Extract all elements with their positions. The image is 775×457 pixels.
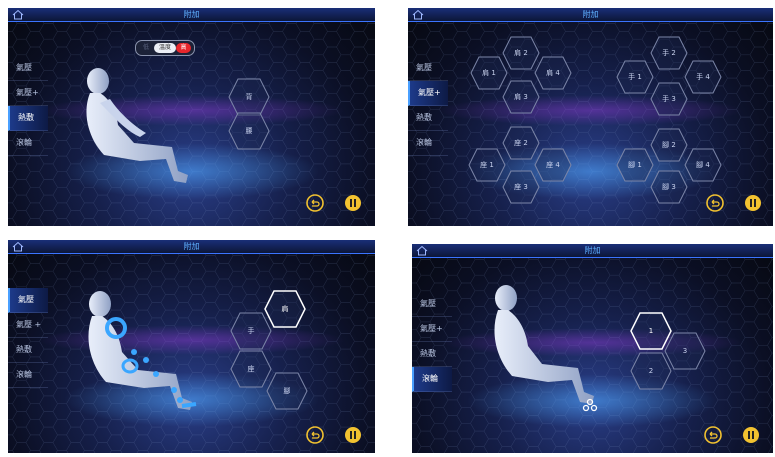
pause-button[interactable] <box>344 426 362 444</box>
hex-knee-3-label: 腳 3 <box>662 183 676 191</box>
pause-button[interactable] <box>344 194 362 212</box>
seated-body-figure-airbags <box>88 291 197 410</box>
hex-hand-4[interactable]: 手 4 <box>684 60 722 94</box>
hex-hand[interactable]: 手 <box>230 312 272 350</box>
menu-item-air[interactable]: 氣壓 <box>8 56 48 81</box>
hex-shoulder-4-label: 肩 4 <box>546 69 560 77</box>
hex-back[interactable]: 背 <box>228 78 270 116</box>
hex-hand-2-label: 手 2 <box>662 49 676 57</box>
pause-icon <box>745 195 761 211</box>
pause-icon <box>743 427 759 443</box>
hex-seat-4-label: 座 4 <box>546 161 560 169</box>
hex-knee-2-label: 腳 2 <box>662 141 676 149</box>
top-bar: 附加 <box>412 244 773 258</box>
menu-item-heat[interactable]: 熱敷 <box>408 106 448 131</box>
side-menu: 氣壓 氣壓+ 熱敷 滾輪 <box>8 56 48 156</box>
page-title: 附加 <box>582 10 599 19</box>
hex-back-label: 背 <box>245 93 253 101</box>
hex-hand-3[interactable]: 手 3 <box>650 82 688 116</box>
temperature-toggle[interactable]: 低 溫度 高 <box>135 40 195 56</box>
side-menu: 氣壓 氣壓+ 熱敷 滾輪 <box>412 292 452 392</box>
toggle-off-mark: 低 <box>142 44 149 51</box>
back-button[interactable] <box>704 426 722 444</box>
pause-icon <box>345 195 361 211</box>
menu-item-air-plus[interactable]: 氣壓+ <box>408 81 448 106</box>
top-bar: 附加 <box>8 240 375 254</box>
top-bar: 附加 <box>408 8 773 22</box>
back-button[interactable] <box>306 194 324 212</box>
hex-hand-2[interactable]: 手 2 <box>650 36 688 70</box>
back-icon <box>306 426 324 444</box>
panel-roller: 附加 氣壓 氣壓+ 熱敷 滾輪 1 3 2 <box>412 244 773 453</box>
menu-item-roller[interactable]: 滾輪 <box>8 131 48 156</box>
hex-hand-label: 手 <box>247 327 255 335</box>
hex-seat-3[interactable]: 座 3 <box>502 170 540 204</box>
page-title: 附加 <box>183 10 200 19</box>
back-icon <box>706 194 724 212</box>
hex-seat-2-label: 座 2 <box>514 139 528 147</box>
panel-air-plus: 附加 氣壓 氣壓+ 熱敷 滾輪 肩 2 肩 1 肩 4 肩 3 手 2 手 1 … <box>408 8 773 226</box>
seated-body-figure <box>86 68 188 183</box>
hex-shoulder-3[interactable]: 肩 3 <box>502 80 540 114</box>
hex-knee-3[interactable]: 腳 3 <box>650 170 688 204</box>
hex-roller-2[interactable]: 2 <box>630 352 672 390</box>
menu-item-air[interactable]: 氣壓 <box>8 288 48 313</box>
hex-roller-2-label: 2 <box>648 367 654 375</box>
hex-shoulder-1-label: 肩 1 <box>482 69 496 77</box>
side-menu: 氣壓 氣壓 + 熱敷 滾輪 <box>8 288 48 388</box>
pause-button[interactable] <box>744 194 762 212</box>
temperature-label: 溫度 <box>154 43 176 53</box>
menu-item-air-plus[interactable]: 氣壓 + <box>8 313 48 338</box>
top-bar: 附加 <box>8 8 375 22</box>
hex-hand-3-label: 手 3 <box>662 95 676 103</box>
hex-waist[interactable]: 腰 <box>228 112 270 150</box>
pause-button[interactable] <box>742 426 760 444</box>
hex-hand-4-label: 手 4 <box>696 73 710 81</box>
hex-knee-2[interactable]: 腳 2 <box>650 128 688 162</box>
menu-item-air[interactable]: 氣壓 <box>408 56 448 81</box>
hex-seat-3-label: 座 3 <box>514 183 528 191</box>
page-title: 附加 <box>584 246 601 255</box>
hex-seat-1-label: 座 1 <box>480 161 494 169</box>
menu-item-roller[interactable]: 滾輪 <box>408 131 448 156</box>
purple-light <box>437 95 744 126</box>
hex-foot[interactable]: 腳 <box>266 372 308 410</box>
menu-item-heat[interactable]: 熱敷 <box>8 338 48 363</box>
hex-knee-1-label: 腳 1 <box>628 161 642 169</box>
back-button[interactable] <box>706 194 724 212</box>
menu-item-air[interactable]: 氣壓 <box>412 292 452 317</box>
menu-item-roller[interactable]: 滾輪 <box>8 363 48 388</box>
panel-heat: 附加 氣壓 氣壓+ 熱敷 滾輪 低 溫度 高 背 腰 <box>8 8 375 226</box>
hex-waist-label: 腰 <box>245 127 253 135</box>
pause-icon <box>345 427 361 443</box>
temperature-value: 高 <box>176 43 191 53</box>
hex-seat-1[interactable]: 座 1 <box>468 148 506 182</box>
menu-item-air-plus[interactable]: 氣壓+ <box>8 81 48 106</box>
hex-shoulder-3-label: 肩 3 <box>514 93 528 101</box>
back-button[interactable] <box>306 426 324 444</box>
side-menu: 氣壓 氣壓+ 熱敷 滾輪 <box>408 56 448 156</box>
panel-air: 附加 氣壓 氣壓 + 熱敷 滾輪 肩 手 座 腳 <box>8 240 375 453</box>
back-icon <box>704 426 722 444</box>
page-title: 附加 <box>183 242 200 251</box>
hex-knee-4-label: 腳 4 <box>696 161 710 169</box>
menu-item-heat[interactable]: 熱敷 <box>412 342 452 367</box>
hex-foot-label: 腳 <box>283 387 291 395</box>
menu-item-heat[interactable]: 熱敷 <box>8 106 48 131</box>
seated-body-figure <box>494 285 598 412</box>
hex-knee-4[interactable]: 腳 4 <box>684 148 722 182</box>
hex-knee-1[interactable]: 腳 1 <box>616 148 654 182</box>
hex-hand-1[interactable]: 手 1 <box>616 60 654 94</box>
menu-item-air-plus[interactable]: 氣壓+ <box>412 317 452 342</box>
back-icon <box>306 194 324 212</box>
hex-hand-1-label: 手 1 <box>628 73 642 81</box>
menu-item-roller[interactable]: 滾輪 <box>412 367 452 392</box>
